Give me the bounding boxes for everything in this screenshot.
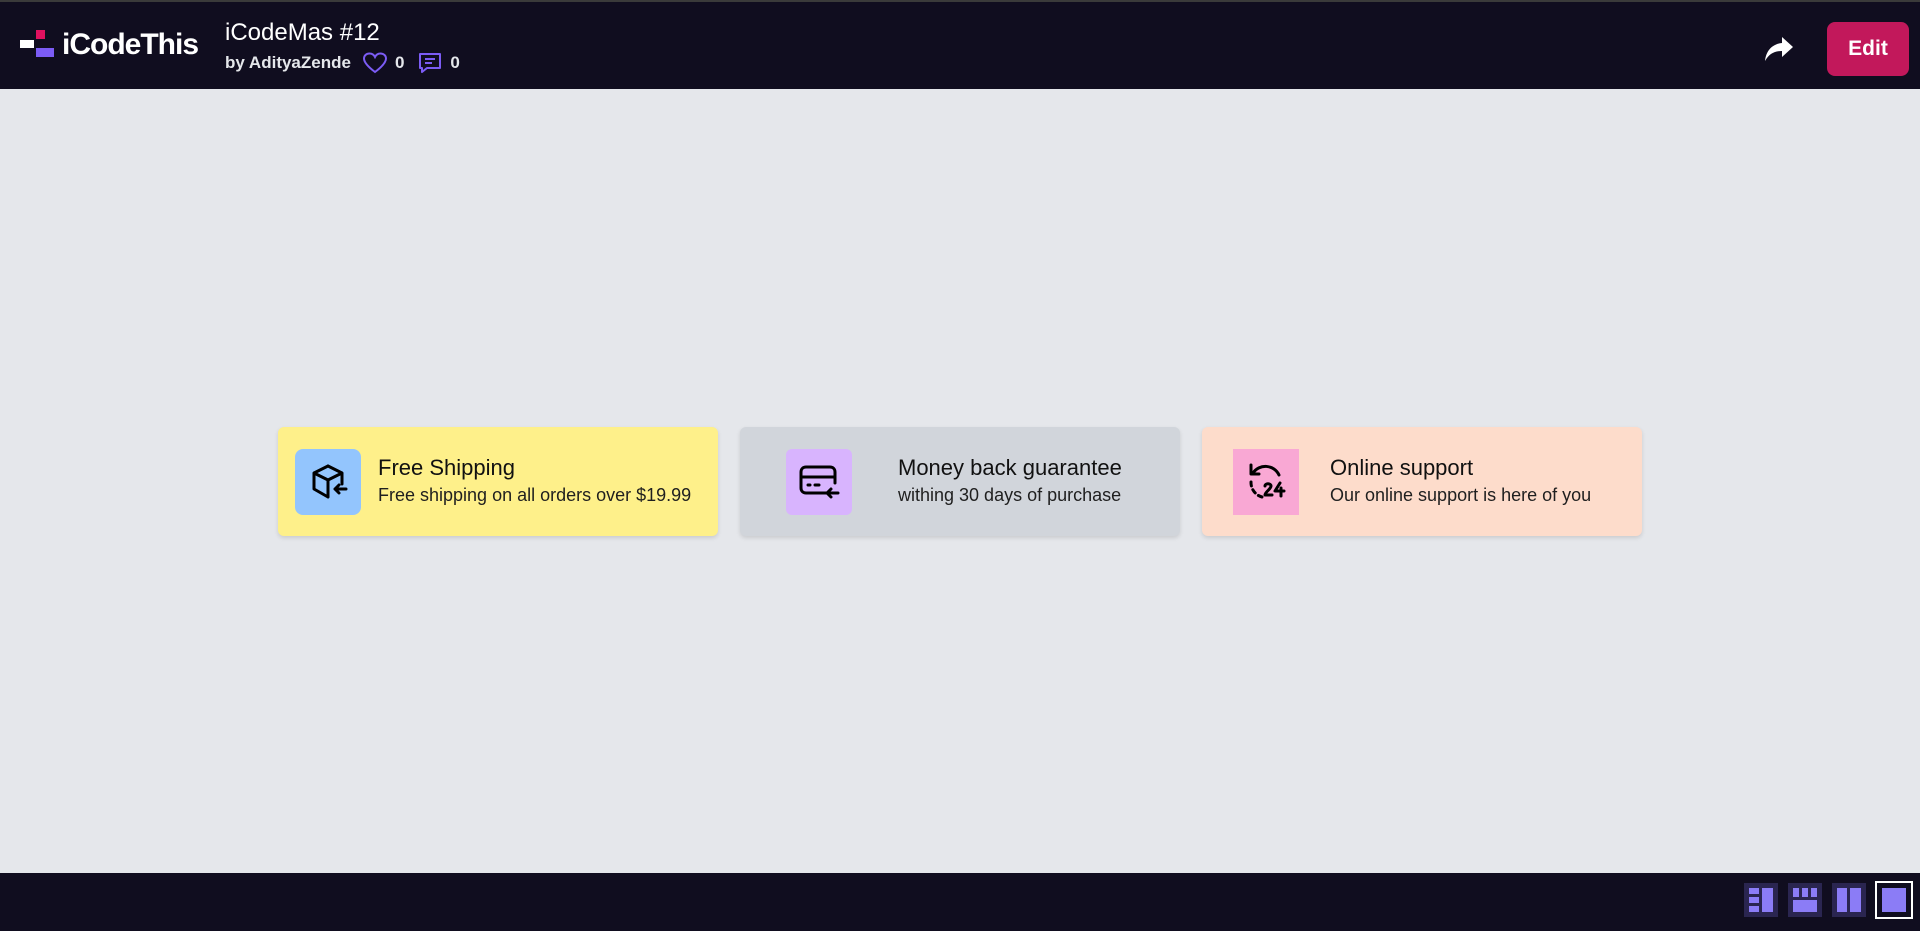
card-money-back: Money back guarantee withing 30 days of … [740,427,1180,536]
share-icon [1765,37,1793,61]
view-full-button[interactable] [1875,881,1913,919]
edit-button[interactable]: Edit [1827,22,1909,76]
card-title: Online support [1330,455,1474,480]
icon-box [786,448,852,515]
package-return-icon [312,464,348,498]
challenge-meta: by AdityaZende 0 0 [225,52,474,74]
view-columns-button[interactable] [1832,883,1866,917]
view-split-button[interactable] [1744,883,1778,917]
card-title: Money back guarantee [898,455,1122,480]
card-description: Free shipping on all orders over $19.99 [378,485,692,505]
like-count: 0 [394,53,405,72]
card-description: Our online support is here of you [1330,485,1592,505]
card-description: withing 30 days of purchase [898,485,1122,505]
comment-count: 0 [450,53,460,72]
bottom-bar [0,873,1920,931]
page-title: iCodeMas #12 [225,19,380,46]
top-bar: iCodeThis iCodeMas #12 by AdityaZende 0 … [0,0,1920,89]
logo-mark-icon [20,30,56,60]
card-online-support: Online support Our online support is her… [1202,427,1642,536]
card-title: Free Shipping [378,455,515,480]
icodethis-logo[interactable]: iCodeThis [20,28,199,61]
view-grid-button[interactable] [1788,883,1822,917]
share-button[interactable] [1762,32,1796,66]
layout-grid-icon [1793,888,1817,912]
logo-text: iCodeThis [62,28,199,61]
comment-button[interactable]: 0 [418,52,460,74]
icon-box [1233,448,1299,515]
layout-columns-icon [1837,888,1861,912]
icon-box [295,448,361,515]
layout-split-icon [1749,888,1773,912]
challenge-info: iCodeMas #12 by AdityaZende 0 0 [225,18,474,74]
heart-icon [362,52,387,74]
credit-card-refund-icon [799,465,840,498]
author-link[interactable]: by AdityaZende [225,53,351,73]
card-free-shipping: Free Shipping Free shipping on all order… [278,427,718,536]
comment-icon [419,53,442,73]
layout-full-icon [1882,888,1906,912]
like-button[interactable]: 0 [362,52,405,74]
support-24-icon [1249,463,1286,498]
